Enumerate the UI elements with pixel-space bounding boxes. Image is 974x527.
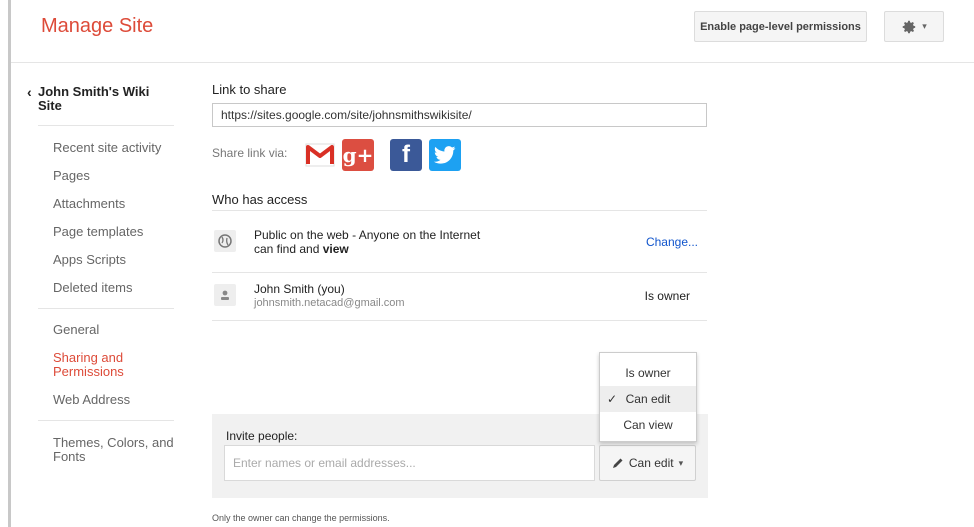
sidebar-item-themes[interactable]: Themes, Colors, and Fonts (53, 436, 178, 464)
chevron-down-icon: ▾ (922, 21, 927, 31)
twitter-bird (434, 146, 456, 164)
role-option-can-view[interactable]: Can view (600, 412, 696, 438)
sidebar-divider (38, 420, 174, 421)
facebook-icon[interactable]: f (390, 139, 422, 171)
invite-role-dropdown[interactable]: Can edit ▾ (599, 445, 696, 481)
header-bar: Manage Site Enable page-level permission… (11, 0, 974, 63)
sidebar-item-page-templates[interactable]: Page templates (53, 225, 143, 239)
twitter-icon[interactable] (429, 139, 461, 171)
owner-details: John Smith (you) johnsmith.netacad@gmail… (254, 282, 405, 310)
invite-role-label: Can edit (628, 456, 674, 470)
gmail-icon[interactable] (304, 139, 336, 171)
share-link-field[interactable]: https://sites.google.com/site/johnsmiths… (212, 103, 707, 127)
public-access-prefix: can find and (254, 242, 323, 256)
gear-icon (902, 20, 916, 33)
enable-page-permissions-button[interactable]: Enable page-level permissions (694, 11, 867, 42)
sidebar-item-recent-activity[interactable]: Recent site activity (53, 141, 161, 155)
window-left-border (8, 0, 11, 527)
role-option-can-edit[interactable]: ✓ Can edit (600, 386, 696, 412)
page-title: Manage Site (41, 15, 154, 37)
share-via-label: Share link via: (212, 146, 288, 160)
permissions-footer-note: Only the owner can change the permission… (212, 513, 390, 523)
sidebar-item-deleted-items[interactable]: Deleted items (53, 281, 132, 295)
chevron-left-icon: ‹ (27, 84, 32, 100)
sidebar-item-sharing-permissions[interactable]: Sharing and Permissions (53, 351, 153, 379)
public-access-level: view (322, 242, 349, 256)
role-option-label: Can edit (625, 392, 671, 406)
access-row-public: Public on the web - Anyone on the Intern… (212, 211, 707, 273)
checkmark-icon: ✓ (607, 392, 618, 406)
globe-icon (214, 230, 236, 252)
chevron-down-icon: ▾ (678, 457, 684, 468)
sidebar-item-general[interactable]: General (53, 323, 99, 337)
pencil-icon (612, 458, 623, 468)
role-menu: Is owner ✓ Can edit Can view (599, 352, 697, 442)
public-access-description: Public on the web - Anyone on the Intern… (254, 228, 480, 256)
access-row-owner: John Smith (you) johnsmith.netacad@gmail… (212, 273, 707, 321)
sidebar-site-name: John Smith's Wiki Site (38, 84, 150, 113)
sidebar-item-attachments[interactable]: Attachments (53, 197, 125, 211)
owner-email: johnsmith.netacad@gmail.com (254, 297, 405, 309)
sidebar-item-pages[interactable]: Pages (53, 169, 90, 183)
invite-people-input[interactable]: Enter names or email addresses... (224, 445, 595, 481)
sidebar-item-web-address[interactable]: Web Address (53, 393, 130, 407)
sidebar-divider (38, 125, 174, 126)
settings-menu-button[interactable]: ▾ (884, 11, 944, 42)
link-to-share-label: Link to share (212, 82, 287, 97)
owner-name: John Smith (you) (254, 282, 345, 296)
invite-people-label: Invite people: (226, 429, 298, 443)
public-access-line1: Public on the web - Anyone on the Intern… (254, 228, 481, 242)
role-option-is-owner[interactable]: Is owner (600, 360, 696, 386)
google-plus-icon[interactable]: g+ (342, 139, 374, 171)
sidebar-divider (38, 308, 174, 309)
gmail-logo (305, 143, 335, 167)
change-visibility-link[interactable]: Change... (646, 235, 698, 249)
owner-role: Is owner (644, 289, 690, 303)
sidebar-back-to-site[interactable]: ‹ John Smith's Wiki Site (27, 84, 168, 113)
who-has-access-label: Who has access (212, 192, 308, 207)
public-access-line2: can find and view (254, 242, 480, 256)
person-icon (214, 284, 236, 306)
sidebar-item-apps-scripts[interactable]: Apps Scripts (53, 253, 126, 267)
